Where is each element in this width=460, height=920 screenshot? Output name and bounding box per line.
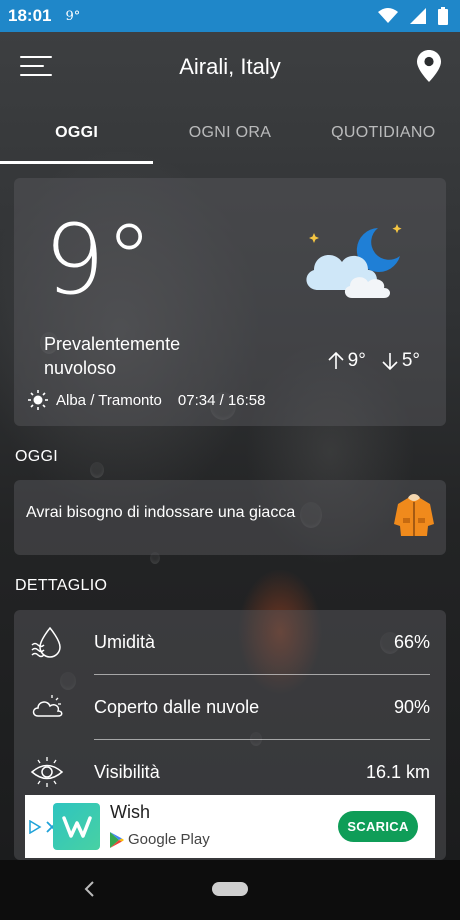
battery-icon xyxy=(438,7,448,25)
tab-hourly[interactable]: OGNI ORA xyxy=(153,102,306,164)
tip-text: Avrai bisogno di indossare una giacca xyxy=(26,504,296,521)
status-bar: 18:01 9° xyxy=(0,0,460,32)
condition-text: Prevalentemente nuvoloso xyxy=(44,334,181,378)
today-section-label: OGGI xyxy=(15,448,58,465)
arrow-down-icon xyxy=(382,353,398,370)
cloud-cover-icon xyxy=(32,695,63,717)
today-tip-card: Avrai bisogno di indossare una giacca xyxy=(14,480,446,555)
home-button[interactable] xyxy=(212,882,248,896)
high-low: 9° 5° xyxy=(328,350,420,372)
app-bar: Airali, Italy xyxy=(0,32,460,102)
status-icons xyxy=(378,7,448,25)
detail-value: 66% xyxy=(393,631,430,652)
detail-label: Coperto dalle nuvole xyxy=(94,696,260,717)
tab-today[interactable]: OGGI xyxy=(0,102,154,164)
sun-icon xyxy=(28,390,48,410)
google-play-icon xyxy=(110,831,124,848)
detail-value: 90% xyxy=(393,696,430,717)
jacket-icon xyxy=(394,494,434,536)
sun-times: 07:34 / 16:58 xyxy=(177,391,266,409)
status-time: 18:01 xyxy=(8,6,52,25)
detail-row-cloud-cover: Coperto dalle nuvole 90% xyxy=(30,675,430,739)
humidity-icon xyxy=(31,626,61,658)
location-pin-icon[interactable] xyxy=(416,50,442,82)
system-navigation-bar xyxy=(0,860,460,920)
detail-row-humidity: Umidità 66% xyxy=(30,610,430,674)
detail-label: Umidità xyxy=(94,631,156,652)
cellular-icon xyxy=(410,8,426,24)
tab-daily[interactable]: QUOTIDIANO xyxy=(307,102,460,164)
detail-label: Visibilità xyxy=(94,761,160,782)
ad-store: Google Play xyxy=(110,831,210,848)
ad-store-label: Google Play xyxy=(128,831,210,848)
low-temperature: 5° xyxy=(401,350,420,371)
location-title: Airali, Italy xyxy=(179,54,281,79)
sun-label: Alba / Tramonto xyxy=(56,391,162,409)
current-weather-card: 9° Prevalentemente nuvoloso 9° 5° Alba /… xyxy=(14,178,446,426)
sun-times-row: Alba / Tramonto 07:34 / 16:58 xyxy=(28,390,265,410)
wifi-icon xyxy=(378,8,398,23)
tab-bar: OGGI OGNI ORA QUOTIDIANO xyxy=(0,102,460,164)
cloudy-night-moon-icon xyxy=(306,224,402,298)
ad-install-button[interactable]: SCARICA xyxy=(338,811,418,842)
status-temperature: 9° xyxy=(65,8,81,24)
arrow-up-icon xyxy=(328,352,344,369)
high-temperature: 9° xyxy=(347,350,366,371)
ad-banner[interactable]: Wish Google Play SCARICA xyxy=(25,795,435,858)
eye-icon xyxy=(30,757,64,787)
ad-app-name: Wish xyxy=(110,802,150,822)
current-temperature: 9° xyxy=(44,204,154,316)
detail-value: 16.1 km xyxy=(365,761,430,782)
back-icon[interactable] xyxy=(80,878,100,900)
wish-logo-icon xyxy=(53,803,100,850)
details-section-label: DETTAGLIO xyxy=(15,577,108,594)
